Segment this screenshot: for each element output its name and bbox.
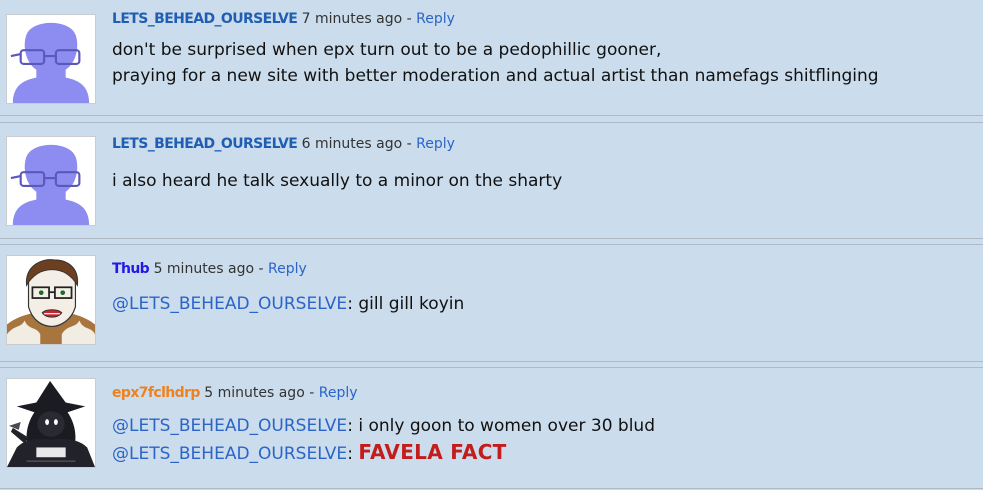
- separator: -: [406, 11, 412, 27]
- username-link[interactable]: LETS_BEHEAD_OURSELVE: [112, 136, 298, 152]
- mention-colon: :: [347, 294, 353, 314]
- comment-text: i only goon to women over 30 blud: [358, 416, 655, 436]
- mention-link[interactable]: @LETS_BEHEAD_OURSELVE: [112, 416, 347, 436]
- comment-2: LETS_BEHEAD_OURSELVE 6 minutes ago - Rep…: [0, 122, 983, 239]
- timestamp: 5 minutes ago: [204, 385, 305, 401]
- comment-3: Thub 5 minutes ago - Reply @LETS_BEHEAD_…: [0, 244, 983, 362]
- username-link[interactable]: epx7fclhdrp: [112, 385, 200, 401]
- mention-link[interactable]: @LETS_BEHEAD_OURSELVE: [112, 294, 347, 314]
- comment-text-line: @LETS_BEHEAD_OURSELVE: i only goon to wo…: [112, 415, 655, 437]
- comment-header: epx7fclhdrp 5 minutes ago - Reply: [112, 384, 358, 402]
- mention-colon: :: [347, 444, 353, 464]
- mention-link[interactable]: @LETS_BEHEAD_OURSELVE: [112, 444, 347, 464]
- comment-header: LETS_BEHEAD_OURSELVE 6 minutes ago - Rep…: [112, 135, 455, 153]
- comment-text-line: don't be surprised when epx turn out to …: [112, 40, 662, 60]
- default-avatar-icon[interactable]: [6, 14, 96, 104]
- reply-link[interactable]: Reply: [319, 385, 358, 401]
- comment-text-line: i also heard he talk sexually to a minor…: [112, 171, 563, 191]
- cartoon-face-avatar[interactable]: [6, 255, 96, 345]
- separator: -: [406, 136, 412, 152]
- dark-witch-avatar[interactable]: [6, 378, 96, 468]
- timestamp: 7 minutes ago: [301, 11, 403, 27]
- timestamp: 6 minutes ago: [301, 136, 403, 152]
- reply-link[interactable]: Reply: [268, 261, 307, 277]
- comment-text-line: @LETS_BEHEAD_OURSELVE: gill gill koyin: [112, 293, 464, 315]
- username-link[interactable]: LETS_BEHEAD_OURSELVE: [112, 11, 298, 27]
- comment-header: LETS_BEHEAD_OURSELVE 7 minutes ago - Rep…: [112, 10, 455, 28]
- reply-link[interactable]: Reply: [416, 136, 455, 152]
- default-avatar-icon[interactable]: [6, 136, 96, 226]
- username-link[interactable]: Thub: [112, 261, 150, 277]
- timestamp: 5 minutes ago: [153, 261, 255, 277]
- separator: -: [258, 261, 264, 277]
- comment-4: epx7fclhdrp 5 minutes ago - Reply @LETS_…: [0, 367, 983, 489]
- comment-text-line: praying for a new site with better moder…: [112, 66, 879, 86]
- reply-link[interactable]: Reply: [416, 11, 455, 27]
- separator: -: [309, 385, 315, 401]
- comment-text-line: @LETS_BEHEAD_OURSELVE: FAVELA FACT: [112, 441, 507, 465]
- emphasis-text: FAVELA FACT: [358, 440, 507, 464]
- comment-header: Thub 5 minutes ago - Reply: [112, 260, 307, 278]
- mention-colon: :: [347, 416, 353, 436]
- comment-text: gill gill koyin: [358, 294, 465, 314]
- comment-1: LETS_BEHEAD_OURSELVE 7 minutes ago - Rep…: [0, 0, 983, 116]
